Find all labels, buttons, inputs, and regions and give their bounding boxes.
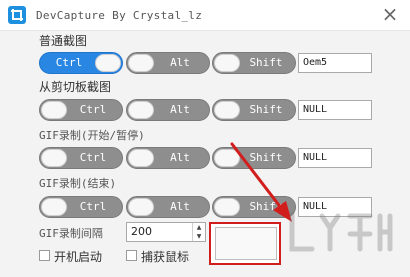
shift-toggle[interactable]: Shift [212,99,296,121]
toggle-label: Ctrl [79,103,107,116]
toggle-knob [214,54,240,72]
shift-toggle[interactable]: Shift [212,147,296,169]
section-label-gif-start: GIF录制(开始/暂停) [39,129,145,142]
toggle-knob [41,149,67,167]
hotkey-field[interactable]: NULL [298,100,372,120]
section-label-clipboard-capture: 从剪切板截图 [39,80,112,94]
crop-icon [8,6,26,24]
ctrl-toggle[interactable]: Ctrl [39,52,123,74]
toggle-knob [41,101,67,119]
alt-toggle[interactable]: Alt [126,147,210,169]
toggle-label: Alt [170,56,190,69]
toggle-label: Ctrl [55,56,83,69]
toggle-knob [128,54,154,72]
title-bar: DevCapture By Crystal_lz × [0,0,410,31]
alt-toggle[interactable]: Alt [126,196,210,218]
alt-toggle[interactable]: Alt [126,52,210,74]
toggle-knob [214,149,240,167]
toggle-knob [214,198,240,216]
toggle-label: Ctrl [79,151,107,164]
toggle-label: Alt [170,151,190,164]
ctrl-toggle[interactable]: Ctrl [39,147,123,169]
toggle-label: Shift [249,56,283,69]
startup-checkbox[interactable] [39,250,50,261]
hotkey-field[interactable]: Oem5 [298,53,372,73]
gif-interval-stepper[interactable]: 200 ▲ ▼ [126,222,206,242]
startup-checkbox-label: 开机启动 [54,250,103,264]
toggle-knob [128,198,154,216]
capture-preview-box [209,222,281,265]
capture-mouse-checkbox-label: 捕获鼠标 [141,250,190,264]
toggle-label: Alt [170,200,190,213]
startup-checkbox-row[interactable]: 开机启动 [39,248,119,264]
shift-toggle[interactable]: Shift [212,52,296,74]
toggle-label: Ctrl [79,200,107,213]
preview-area [215,227,277,260]
stepper-arrows-icon[interactable]: ▲ ▼ [192,223,205,241]
shift-toggle[interactable]: Shift [212,196,296,218]
toggle-label: Shift [249,103,283,116]
toggle-knob [214,101,240,119]
toggle-knob [128,149,154,167]
hotkey-field[interactable]: NULL [298,148,372,168]
section-label-normal-capture: 普通截图 [39,34,88,48]
ctrl-toggle[interactable]: Ctrl [39,196,123,218]
ctrl-toggle[interactable]: Ctrl [39,99,123,121]
gif-interval-value: 200 [131,225,152,238]
toggle-label: Shift [249,200,283,213]
close-button[interactable]: × [380,4,400,24]
alt-toggle[interactable]: Alt [126,99,210,121]
toggle-label: Shift [249,151,283,164]
toggle-knob [41,198,67,216]
gif-interval-label: GIF录制间隔 [39,227,103,240]
toggle-knob [128,101,154,119]
window-title: DevCapture By Crystal_lz [36,9,203,22]
capture-mouse-checkbox-row[interactable]: 捕获鼠标 [126,248,206,264]
hotkey-field[interactable]: NULL [298,197,372,217]
section-label-gif-end: GIF录制(结束) [39,177,117,190]
capture-mouse-checkbox[interactable] [126,250,137,261]
toggle-knob [95,54,121,72]
toggle-label: Alt [170,103,190,116]
